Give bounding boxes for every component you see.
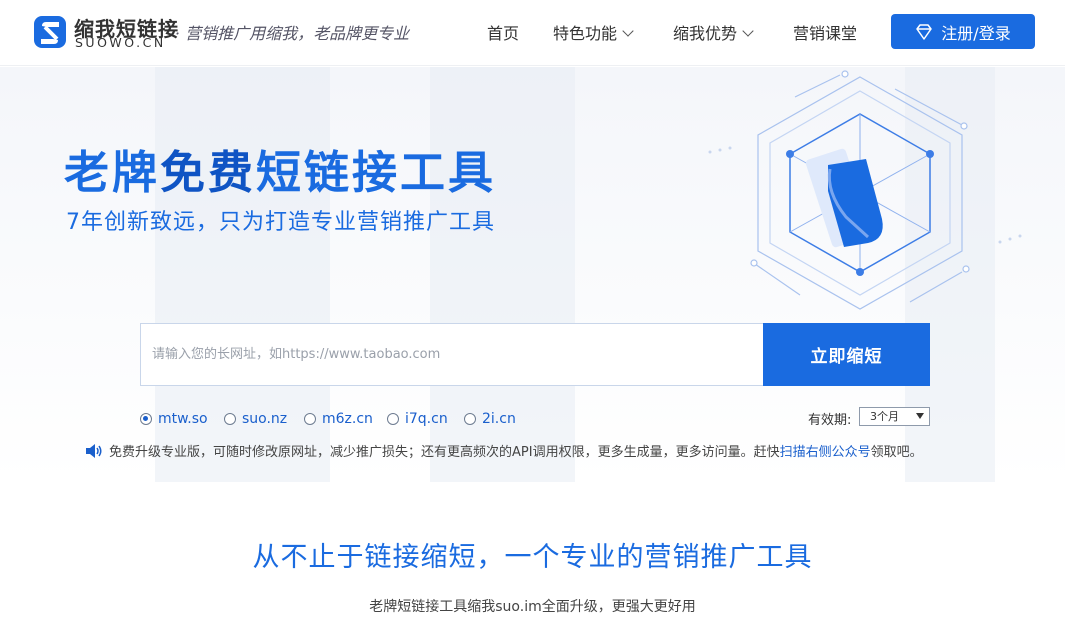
domain-option-suo-nz[interactable]: suo.nz bbox=[224, 411, 287, 427]
expiry-label: 有效期: bbox=[808, 413, 852, 428]
radio-icon[interactable] bbox=[224, 413, 236, 425]
dropdown-arrow-icon bbox=[916, 413, 924, 419]
section-subtitle: 老牌短链接工具缩我suo.im全面升级，更强大更好用 bbox=[369, 599, 696, 615]
expiry-select[interactable]: 3个月 bbox=[859, 407, 930, 426]
radio-icon[interactable] bbox=[464, 413, 476, 425]
long-url-input[interactable] bbox=[140, 323, 763, 386]
chevron-down-icon bbox=[742, 25, 754, 37]
upgrade-notice: 免费升级专业版，可随时修改原网址，减少推广损失；还有更高频次的API调用权限，更… bbox=[85, 441, 923, 460]
scan-qr-link[interactable]: 扫描右侧公众号 bbox=[780, 441, 871, 460]
brand-slogan: · 营销推广用缩我，老品牌更专业 bbox=[175, 24, 410, 43]
domain-option-i7q-cn[interactable]: i7q.cn bbox=[387, 411, 448, 427]
hero-title: 老牌免费短链接工具 bbox=[64, 146, 497, 199]
nav-advantages[interactable]: 缩我优势 bbox=[673, 20, 754, 44]
radio-icon[interactable] bbox=[304, 413, 316, 425]
radio-icon[interactable] bbox=[387, 413, 399, 425]
shorten-button[interactable]: 立即缩短 bbox=[763, 323, 930, 386]
domain-option-m6z-cn[interactable]: m6z.cn bbox=[304, 411, 373, 427]
login-register-button[interactable]: 注册/登录 bbox=[891, 14, 1035, 49]
domain-option-2i-cn[interactable]: 2i.cn bbox=[464, 411, 516, 427]
domain-option-mtw-so[interactable]: mtw.so bbox=[140, 411, 208, 427]
diamond-icon bbox=[916, 23, 933, 40]
chevron-down-icon bbox=[622, 25, 634, 37]
site-header: 缩我短链接 SUOWO.CN · 营销推广用缩我，老品牌更专业 首页 特色功能 … bbox=[0, 0, 1065, 66]
radio-selected-icon[interactable] bbox=[140, 413, 152, 425]
hero-section: 老牌免费短链接工具 7年创新致远，只为打造专业营销推广工具 请输入您的长网址，如… bbox=[0, 67, 1065, 482]
hero-subtitle: 7年创新致远，只为打造专业营销推广工具 bbox=[66, 210, 495, 235]
brand-domain[interactable]: SUOWO.CN bbox=[75, 35, 166, 50]
nav-home[interactable]: 首页 bbox=[487, 20, 519, 44]
hexagon-logo-illustration bbox=[708, 70, 1022, 310]
speaker-icon bbox=[86, 443, 102, 458]
nav-classroom[interactable]: 营销课堂 bbox=[793, 20, 857, 44]
nav-features[interactable]: 特色功能 bbox=[553, 20, 634, 44]
logo-icon[interactable] bbox=[33, 14, 73, 50]
section-title: 从不止于链接缩短，一个专业的营销推广工具 bbox=[252, 542, 813, 573]
